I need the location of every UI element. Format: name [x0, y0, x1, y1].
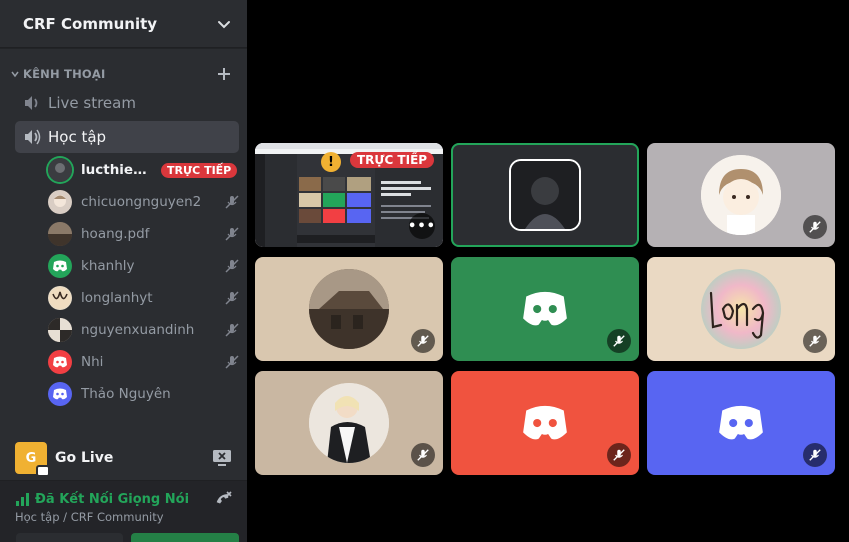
- discord-logo-icon: [48, 382, 72, 406]
- live-badge: TRỰC TIẾP: [161, 162, 238, 178]
- mic-muted-icon: [803, 215, 827, 239]
- discord-logo-icon: [523, 291, 567, 326]
- camera-icon: [36, 465, 50, 477]
- video-button[interactable]: [16, 533, 123, 542]
- avatar-letter: G: [25, 450, 37, 466]
- category-voice-channels[interactable]: KÊNH THOẠI: [0, 63, 247, 85]
- mic-muted-icon: [803, 443, 827, 467]
- channel-hoc-tap[interactable]: Học tập: [15, 121, 239, 153]
- member-name: lucthienp...: [81, 162, 153, 178]
- avatar: [701, 269, 781, 349]
- more-options-button[interactable]: •••: [408, 213, 435, 239]
- disconnect-icon[interactable]: [213, 489, 233, 509]
- mic-muted-icon: [225, 291, 239, 305]
- discord-window: CRF Community KÊNH THOẠI Live stream Học…: [0, 0, 849, 542]
- chevron-down-icon[interactable]: [217, 17, 231, 31]
- go-live-label: Go Live: [55, 450, 114, 466]
- server-name: CRF Community: [23, 14, 158, 33]
- participant-tile-khanhly[interactable]: [451, 257, 639, 361]
- channel-label: Live stream: [48, 94, 136, 112]
- voice-member[interactable]: longlanhyt: [48, 284, 240, 312]
- live-badge: TRỰC TIẾP: [350, 152, 435, 168]
- speaker-icon: [25, 129, 41, 145]
- channel-label: Học tập: [48, 128, 107, 146]
- avatar: [309, 269, 389, 349]
- mic-muted-icon: [607, 329, 631, 353]
- mic-muted-icon: [225, 355, 239, 369]
- plus-icon[interactable]: [217, 67, 231, 81]
- participant-tile-lucthien[interactable]: [451, 143, 639, 247]
- signal-icon[interactable]: [15, 492, 31, 506]
- discord-logo-icon: [719, 405, 763, 440]
- mic-muted-icon: [803, 329, 827, 353]
- channel-sidebar: CRF Community KÊNH THOẠI Live stream Học…: [0, 0, 247, 542]
- participant-tile-thao-nguyen[interactable]: [647, 371, 835, 475]
- participant-tile-longlanhyt[interactable]: [647, 257, 835, 361]
- voice-member[interactable]: lucthienp... TRỰC TIẾP: [48, 156, 240, 184]
- voice-member[interactable]: hoang.pdf: [48, 220, 240, 248]
- voice-member[interactable]: khanhly: [48, 252, 240, 280]
- avatar: [48, 286, 72, 310]
- participant-tile-chicuongnguyen2[interactable]: [647, 143, 835, 247]
- discord-logo-icon: [48, 254, 72, 278]
- category-label: KÊNH THOẠI: [23, 67, 106, 81]
- participant-tile-nguyenxuandinh[interactable]: [255, 371, 443, 475]
- avatar: [309, 383, 389, 463]
- member-name: longlanhyt: [81, 290, 153, 306]
- voice-member[interactable]: chicuongnguyen2: [48, 188, 240, 216]
- voice-member[interactable]: nguyenxuandinh: [48, 316, 240, 344]
- avatar: [48, 190, 72, 214]
- member-name: chicuongnguyen2: [81, 194, 202, 210]
- mic-muted-icon: [411, 329, 435, 353]
- member-name: Nhi: [81, 354, 104, 370]
- warning-icon[interactable]: !: [321, 152, 341, 172]
- mic-muted-icon: [607, 443, 631, 467]
- member-name: hoang.pdf: [81, 226, 150, 242]
- channel-live-stream[interactable]: Live stream: [15, 87, 239, 119]
- chevron-down-icon: [11, 71, 19, 78]
- member-name: Thảo Nguyên: [81, 386, 171, 402]
- voice-location[interactable]: Học tập / CRF Community: [15, 510, 233, 524]
- avatar: [701, 155, 781, 235]
- mic-muted-icon: [225, 227, 239, 241]
- avatar: [48, 158, 72, 182]
- avatar: [48, 318, 72, 342]
- activity-button[interactable]: [131, 533, 239, 542]
- member-name: nguyenxuandinh: [81, 322, 195, 338]
- screen-share-icon[interactable]: [212, 449, 232, 467]
- member-name: khanhly: [81, 258, 135, 274]
- discord-logo-icon: [48, 350, 72, 374]
- speaker-icon: [25, 96, 38, 110]
- voice-connection-panel: Đã Kết Nối Giọng Nói Học tập / CRF Commu…: [0, 480, 247, 542]
- avatar: [48, 222, 72, 246]
- discord-logo-icon: [523, 405, 567, 440]
- voice-call-grid: ! TRỰC TIẾP •••: [247, 0, 849, 542]
- voice-status[interactable]: Đã Kết Nối Giọng Nói: [35, 492, 213, 507]
- stream-tile[interactable]: ! TRỰC TIẾP •••: [255, 143, 443, 247]
- mic-muted-icon: [411, 443, 435, 467]
- participant-tile-nhi[interactable]: [451, 371, 639, 475]
- go-live-bar[interactable]: G Go Live: [0, 437, 247, 479]
- mic-muted-icon: [225, 195, 239, 209]
- voice-member[interactable]: Thảo Nguyên: [48, 380, 240, 408]
- participant-tile-hoang-pdf[interactable]: [255, 257, 443, 361]
- mic-muted-icon: [225, 323, 239, 337]
- avatar: [511, 161, 579, 229]
- voice-member[interactable]: Nhi: [48, 348, 240, 376]
- server-header[interactable]: CRF Community: [0, 0, 247, 48]
- server-avatar: G: [15, 442, 50, 477]
- mic-muted-icon: [225, 259, 239, 273]
